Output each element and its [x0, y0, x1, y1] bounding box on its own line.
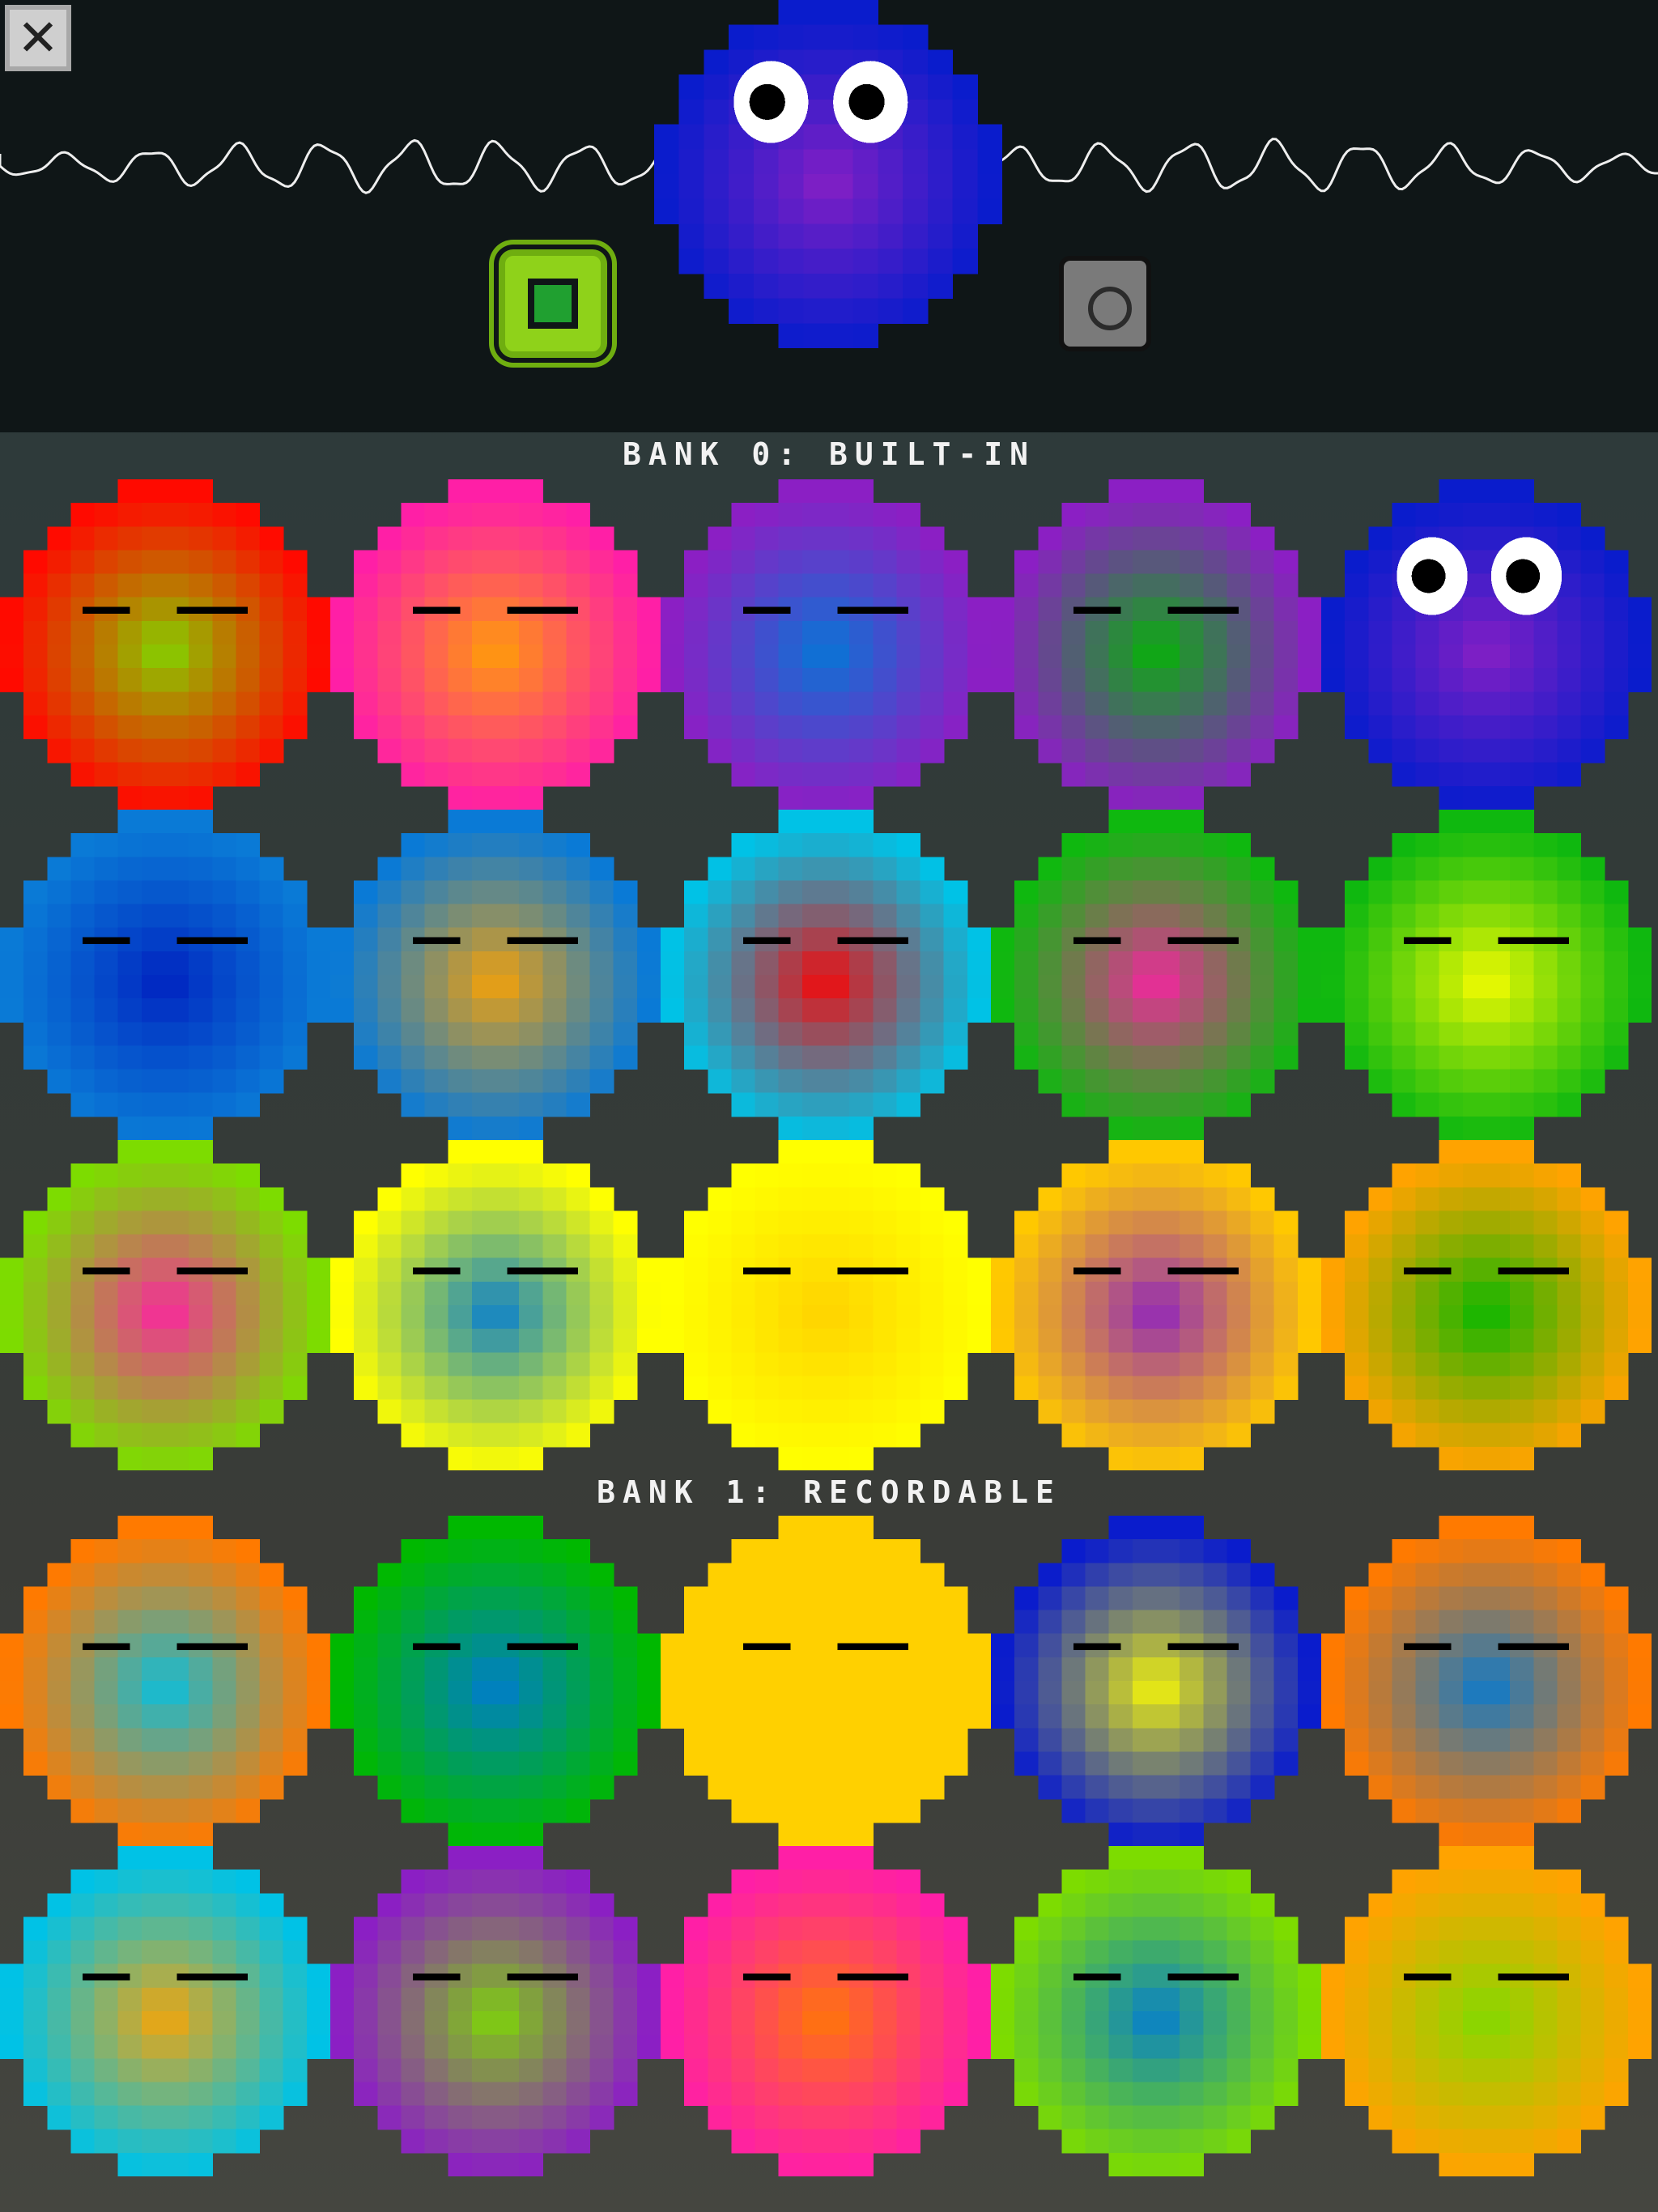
sound-blob-bank1-5[interactable]	[0, 1846, 330, 2176]
sound-blob-bank0-2[interactable]	[661, 479, 991, 810]
sound-blob-bank1-7[interactable]	[661, 1846, 991, 2176]
sound-blob-bank0-8[interactable]	[991, 810, 1321, 1140]
sound-blob-bank0-11[interactable]	[330, 1140, 661, 1470]
sound-blob-bank0-7[interactable]	[661, 810, 991, 1140]
sound-blob-bank0-5[interactable]	[0, 810, 330, 1140]
sound-blob-bank0-6[interactable]	[330, 810, 661, 1140]
sound-blob-bank1-2[interactable]	[661, 1516, 991, 1846]
sound-blob-bank0-4[interactable]	[1321, 479, 1652, 810]
sound-blob-bank1-0[interactable]	[0, 1516, 330, 1846]
sound-blob-bank1-6[interactable]	[330, 1846, 661, 2176]
sound-blob-bank1-8[interactable]	[991, 1846, 1321, 2176]
sound-blob-bank0-0[interactable]	[0, 479, 330, 810]
sound-blob-bank1-1[interactable]	[330, 1516, 661, 1846]
sound-blob-bank1-4[interactable]	[1321, 1516, 1652, 1846]
sound-blob-bank1-9[interactable]	[1321, 1846, 1652, 2176]
sound-blob-bank1-3[interactable]	[991, 1516, 1321, 1846]
sound-blob-bank0-13[interactable]	[991, 1140, 1321, 1470]
sound-blob-bank0-9[interactable]	[1321, 810, 1652, 1140]
left-eye-icon	[1397, 537, 1468, 615]
sound-blob-bank0-3[interactable]	[991, 479, 1321, 810]
sound-grid	[0, 0, 1658, 2212]
sound-blob-bank0-12[interactable]	[661, 1140, 991, 1470]
sound-blob-bank0-14[interactable]	[1321, 1140, 1652, 1470]
sound-blob-bank0-10[interactable]	[0, 1140, 330, 1470]
sound-blob-bank0-1[interactable]	[330, 479, 661, 810]
right-eye-icon	[1490, 537, 1562, 615]
